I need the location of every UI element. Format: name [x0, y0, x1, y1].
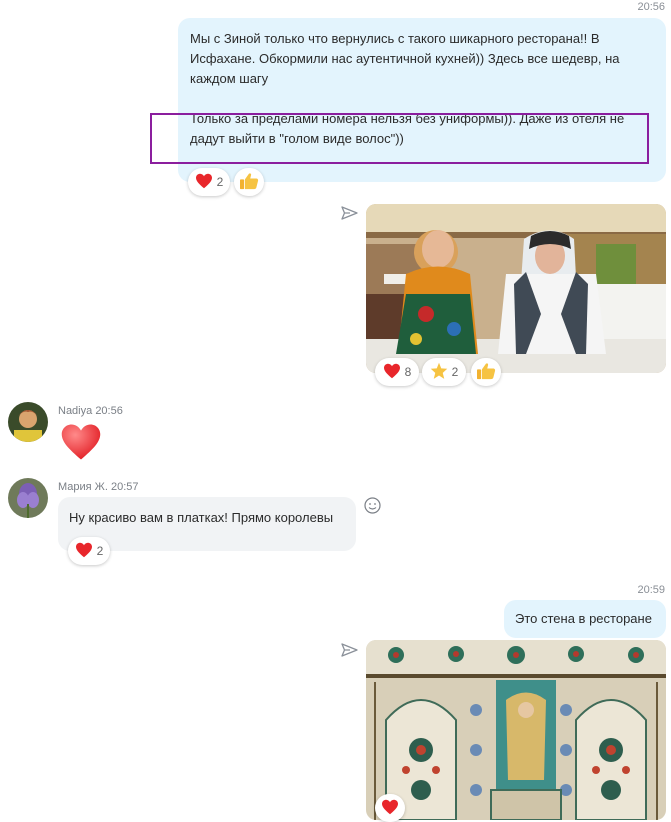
sender-line: Мария Ж. 20:57 — [58, 481, 139, 493]
send-icon[interactable] — [341, 206, 358, 225]
heart-reaction[interactable]: 2 — [68, 537, 110, 565]
thumbs-up-icon — [476, 362, 496, 383]
sender-line: Nadiya 20:56 — [58, 405, 123, 417]
avatar[interactable] — [8, 478, 48, 518]
message-text-line: каждом шагу — [190, 71, 269, 86]
reaction-count: 2 — [216, 175, 224, 189]
restaurant-photo[interactable] — [366, 204, 666, 373]
heart-reaction[interactable] — [375, 794, 405, 822]
avatar[interactable] — [8, 402, 48, 442]
reaction-count: 2 — [96, 544, 104, 558]
reaction-count: 8 — [404, 365, 412, 379]
star-reaction[interactable]: 2 — [422, 358, 466, 386]
heart-icon — [195, 173, 213, 192]
message-time: 20:56 — [637, 1, 665, 13]
heart-emoji-message[interactable] — [60, 422, 102, 467]
heart-icon — [60, 424, 102, 466]
emoji-icon[interactable] — [364, 497, 381, 519]
heart-icon — [381, 799, 399, 818]
sender-name: Nadiya — [58, 405, 93, 417]
message-time: 20:56 — [95, 405, 123, 417]
message-time: 20:59 — [637, 584, 665, 596]
thumbs-up-reaction[interactable] — [471, 358, 501, 386]
message-time: 20:57 — [110, 481, 139, 493]
heart-icon — [383, 363, 401, 382]
send-icon[interactable] — [341, 643, 358, 662]
outgoing-message-bubble[interactable]: Это стена в ресторане — [504, 600, 666, 638]
sender-name: Мария Ж. — [58, 481, 108, 493]
reaction-count: 2 — [451, 365, 459, 379]
heart-reaction[interactable]: 2 — [188, 168, 230, 196]
message-text-line: Мы с Зиной только что вернулись с такого… — [190, 31, 600, 46]
heart-reaction[interactable]: 8 — [375, 358, 419, 386]
thumbs-up-icon — [239, 172, 259, 193]
message-text-line: Исфахане. Обкормили нас аутентичной кухн… — [190, 51, 620, 66]
heart-icon — [75, 542, 93, 561]
restaurant-wall-photo[interactable] — [366, 640, 666, 820]
star-icon — [430, 362, 448, 383]
message-text: Ну красиво вам в платках! Прямо королевы — [69, 510, 334, 525]
highlight-annotation-box — [150, 113, 649, 164]
message-text: Это стена в ресторане — [515, 611, 652, 626]
thumbs-up-reaction[interactable] — [234, 168, 264, 196]
